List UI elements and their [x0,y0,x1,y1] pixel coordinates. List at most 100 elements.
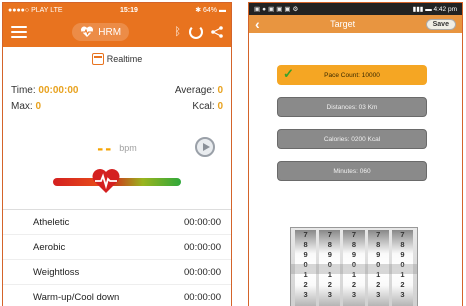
share-icon[interactable] [211,26,223,38]
average-value: 0 [217,85,223,96]
picker-digit: 1 [400,270,405,279]
picker-digit: 3 [376,290,381,299]
zone-time: 00:00:00 [184,291,221,303]
bluetooth-icon[interactable]: ᛒ [174,26,181,38]
max-label: Max: [11,101,33,112]
session-stats: Time: 00:00:00 Average: 0 Max: 0 Kcal: 0 [11,85,223,117]
picker-wheel[interactable]: 7890123 [319,230,341,306]
picker-digit: 8 [376,240,381,249]
picker-digit: 8 [327,240,332,249]
picker-digit: 7 [376,230,381,239]
picker-wheel[interactable]: 7890123 [367,230,389,306]
hrm-title: HRM [98,26,122,38]
signal-icon: ▮▮▮ ▬ [412,6,434,13]
calendar-icon [91,53,104,65]
picker-digit: 0 [351,260,357,269]
option-label: Calories: 0200 Kcal [323,135,381,143]
picker-digit: 1 [376,270,381,279]
picker-digit: 9 [351,250,357,259]
bpm-unit: bpm [119,143,137,153]
picker-digit: 9 [303,250,308,259]
menu-icon[interactable] [11,26,27,38]
picker-digit: 7 [303,230,308,239]
picker-digit: 2 [303,280,308,289]
picker-digit: 1 [303,270,308,279]
time-stat: Time: 00:00:00 [11,85,78,96]
target-option-pace[interactable]: ✓ Pace Count: 10000 [277,65,427,85]
average-label: Average: [174,85,215,96]
target-phone-screen: ▣●▣▣▣⚙ ▮▮▮ ▬ 4:42 pm ‹ Target Save ✓ Pac… [248,2,463,306]
picker-digit: 1 [327,270,332,279]
status-time: 15:19 [119,6,138,14]
zone-row-aerobic[interactable]: Aerobic 00:00:00 [3,235,231,260]
picker-wheel[interactable]: 7890123 [343,230,365,306]
zone-time: 00:00:00 [184,241,221,253]
picker-digit: 3 [351,290,357,299]
picker-digit: 9 [376,250,381,259]
target-option-distance[interactable]: Distances: 03 Km [277,97,427,117]
heart-icon [92,169,120,193]
zone-row-warmup[interactable]: Warm-up/Cool down 00:00:00 [3,285,231,306]
picker-digit: 2 [400,280,405,289]
picker-digit: 9 [400,250,405,259]
picker-digit: 0 [376,260,381,269]
battery-indicator: ✱ 64% ▬ [195,7,226,14]
target-header-bar: ‹ Target Save [249,15,462,33]
average-stat: Average: 0 [175,85,223,96]
zone-time: 00:00:00 [184,266,221,278]
picker-wheel[interactable]: 7890123 [295,230,317,306]
target-title: Target [330,19,356,29]
picker-digit: 0 [400,260,405,269]
max-value: 0 [35,101,42,112]
screenshot-stage: ●●●●○ PLAY LTE 15:19 ✱ 64% ▬ HRM ᛒ Realt… [0,0,466,306]
picker-digit: 8 [351,240,357,249]
notification-icons: ▣●▣▣▣⚙ [254,6,301,13]
picker-digit: 2 [351,280,357,289]
picker-digit: 2 [327,280,332,289]
play-icon[interactable] [195,137,215,157]
back-icon[interactable]: ‹ [255,17,260,31]
time-label: Time: [11,85,36,96]
refresh-icon[interactable] [188,25,203,39]
zone-name: Aerobic [33,241,66,253]
picker-wheel[interactable]: 7890123 [391,230,414,306]
zone-row-weightloss[interactable]: Weightloss 00:00:00 [3,260,231,285]
picker-digit: 2 [376,280,381,289]
picker-digit: 3 [327,290,332,299]
option-label: Minutes: 060 [333,167,371,175]
header-actions: ᛒ [174,25,223,39]
zone-list: Atheletic 00:00:00 Aerobic 00:00:00 Weig… [3,209,231,306]
realtime-mode[interactable]: Realtime [3,53,231,65]
android-status-bar: ▣●▣▣▣⚙ ▮▮▮ ▬ 4:42 pm [249,3,462,15]
hrm-tab[interactable]: HRM [72,23,130,41]
picker-digit: 9 [327,250,332,259]
picker-digit: 7 [400,230,405,239]
status-time: 4:42 pm [433,5,458,13]
picker-digit: 1 [351,270,357,279]
target-option-minutes[interactable]: Minutes: 060 [277,161,427,181]
hrm-phone-screen: ●●●●○ PLAY LTE 15:19 ✱ 64% ▬ HRM ᛒ Realt… [2,2,232,306]
kcal-value: 0 [217,101,223,112]
target-option-calories[interactable]: Calories: 0200 Kcal [277,129,427,149]
option-label: Pace Count: 10000 [324,71,380,79]
battery-percent: 64% [203,7,218,14]
zone-row-atheletic[interactable]: Atheletic 00:00:00 [3,210,231,235]
realtime-label: Realtime [106,54,143,64]
zone-name: Weightloss [33,266,80,278]
option-label: Distances: 03 Km [326,103,378,111]
picker-digit: 3 [400,290,405,299]
picker-digit: 8 [400,240,405,249]
picker-digit: 3 [303,290,308,299]
number-picker[interactable]: 78901237890123789012378901237890123 [290,227,418,306]
carrier-label: ●●●●○ PLAY LTE [8,6,63,14]
picker-digit: 0 [303,260,308,269]
picker-digit: 0 [327,260,332,269]
max-stat: Max: 0 [11,101,41,112]
picker-digit: 8 [303,240,308,249]
hrm-header-bar: HRM ᛒ [3,17,231,47]
heart-rate-value: -- [97,138,114,158]
zone-name: Atheletic [33,216,70,228]
save-button[interactable]: Save [425,18,456,30]
picker-digit: 7 [327,230,332,239]
zone-name: Warm-up/Cool down [33,291,120,303]
